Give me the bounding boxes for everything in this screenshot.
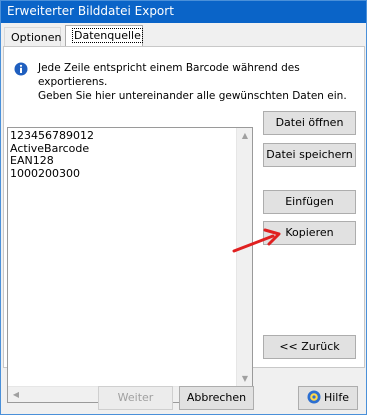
tab-datenquelle[interactable]: Datenquelle: [65, 25, 143, 48]
info-text: Jede Zeile entspricht einem Barcode währ…: [38, 62, 347, 102]
help-button-label: Hilfe: [323, 391, 350, 404]
tab-datenquelle-label: Datenquelle: [72, 28, 143, 43]
tab-optionen[interactable]: Optionen: [4, 27, 61, 47]
tab-strip: Optionen Datenquelle: [1, 23, 366, 48]
data-line: 1000200300: [10, 166, 80, 180]
help-icon: [307, 390, 321, 404]
data-lines: 123456789012 ActiveBarcode EAN128 100020…: [10, 129, 94, 180]
scroll-left-icon[interactable]: ◀: [8, 387, 24, 403]
scroll-up-icon[interactable]: ▲: [237, 128, 253, 144]
tab-optionen-label: Optionen: [11, 31, 62, 44]
annotation-arrow-icon: [232, 228, 281, 253]
insert-button[interactable]: Einfügen: [263, 190, 356, 214]
save-file-button[interactable]: Datei speichern: [263, 143, 356, 167]
back-button[interactable]: << Zurück: [263, 335, 356, 359]
help-button[interactable]: Hilfe: [298, 386, 358, 410]
next-button[interactable]: Weiter: [98, 386, 173, 410]
data-line: EAN128: [10, 154, 54, 167]
window-title: Erweiterter Bilddatei Export: [1, 1, 366, 23]
info-icon: [14, 62, 28, 76]
data-line: 123456789012: [10, 129, 94, 142]
datenquelle-panel: Jede Zeile entspricht einem Barcode währ…: [3, 46, 365, 403]
data-textarea[interactable]: 123456789012 ActiveBarcode EAN128 100020…: [7, 127, 253, 403]
cancel-button[interactable]: Abbrechen: [179, 386, 254, 410]
export-dialog: Erweiterter Bilddatei Export Optionen Da…: [0, 0, 367, 415]
open-file-button[interactable]: Datei öffnen: [263, 111, 356, 135]
vertical-scrollbar[interactable]: ▲ ▼: [236, 128, 252, 387]
scroll-down-icon[interactable]: ▼: [237, 371, 253, 387]
